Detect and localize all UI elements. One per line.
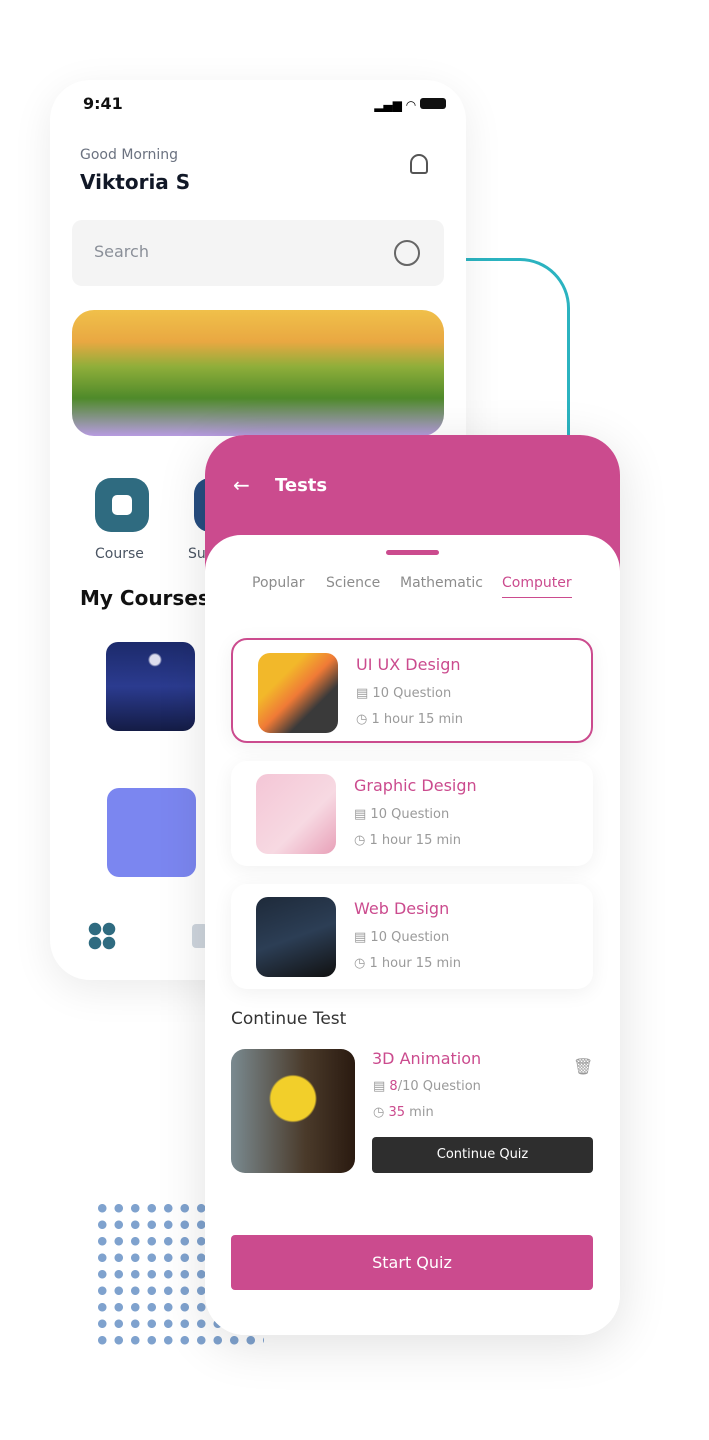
tests-screen: ← Tests Popular Science Mathematic Compu…	[205, 435, 620, 1335]
continue-thumbnail[interactable]	[231, 1049, 355, 1173]
duration: 1 hour 15 min	[369, 833, 461, 848]
banner-image	[72, 310, 444, 436]
test-thumbnail	[258, 653, 338, 733]
clock-icon: ◷	[373, 1105, 389, 1120]
test-title: Web Design	[354, 899, 450, 918]
back-arrow-icon[interactable]: ←	[233, 473, 250, 497]
document-icon: ▤	[373, 1079, 390, 1094]
continue-section-title: Continue Test	[231, 1009, 347, 1029]
tab-mathematic[interactable]: Mathematic	[400, 575, 483, 591]
clock-icon: ◷	[354, 956, 370, 971]
test-title: Graphic Design	[354, 776, 477, 795]
duration: 1 hour 15 min	[371, 712, 463, 727]
search-placeholder: Search	[94, 242, 149, 261]
time-value: 35	[388, 1105, 406, 1120]
tab-popular[interactable]: Popular	[252, 575, 305, 591]
book-icon	[112, 495, 132, 515]
question-count: 10 Question	[370, 930, 450, 945]
test-thumbnail	[256, 897, 336, 977]
tab-science[interactable]: Science	[326, 575, 380, 591]
time-unit: min	[405, 1105, 434, 1120]
page-title: Tests	[275, 475, 328, 496]
test-thumbnail	[256, 774, 336, 854]
trash-icon[interactable]: 🗑	[573, 1057, 593, 1076]
duration: 1 hour 15 min	[369, 956, 461, 971]
connector-line	[466, 258, 570, 458]
user-name: Viktoria S	[80, 170, 191, 194]
section-title: My Courses	[80, 586, 210, 610]
clock-icon: ◷	[354, 833, 370, 848]
test-card[interactable]: Graphic Design ▤ 10 Question ◷ 1 hour 15…	[231, 761, 593, 866]
question-count: 10 Question	[370, 807, 450, 822]
question-total: /10 Question	[397, 1079, 481, 1094]
start-quiz-button[interactable]: Start Quiz	[231, 1235, 593, 1290]
document-icon: ▤	[356, 686, 373, 701]
test-title: UI UX Design	[356, 655, 461, 674]
tab-computer[interactable]: Computer	[502, 575, 572, 598]
clock-icon: ◷	[356, 712, 372, 727]
document-icon: ▤	[354, 930, 371, 945]
course-thumbnail[interactable]	[106, 642, 195, 731]
home-grid-icon[interactable]	[88, 922, 116, 950]
course-thumbnail[interactable]	[107, 788, 196, 877]
category-course-icon[interactable]	[95, 478, 149, 532]
bell-icon[interactable]	[410, 154, 428, 174]
category-course-label: Course	[95, 546, 144, 562]
test-card[interactable]: UI UX Design ▤ 10 Question ◷ 1 hour 15 m…	[231, 638, 593, 743]
category-label: Su	[188, 546, 206, 562]
test-card[interactable]: Web Design ▤ 10 Question ◷ 1 hour 15 min	[231, 884, 593, 989]
status-time: 9:41	[83, 94, 123, 113]
continue-quiz-button[interactable]: Continue Quiz	[372, 1137, 593, 1173]
status-icons: ▂▄▆ ◠	[374, 98, 446, 112]
document-icon: ▤	[354, 807, 371, 822]
answered-count: 8	[389, 1079, 398, 1094]
drag-handle[interactable]	[386, 550, 439, 555]
continue-title: 3D Animation	[372, 1049, 482, 1068]
question-count: 10 Question	[372, 686, 452, 701]
greeting: Good Morning	[80, 147, 178, 163]
search-icon[interactable]	[394, 240, 420, 266]
search-input[interactable]: Search	[72, 220, 444, 286]
